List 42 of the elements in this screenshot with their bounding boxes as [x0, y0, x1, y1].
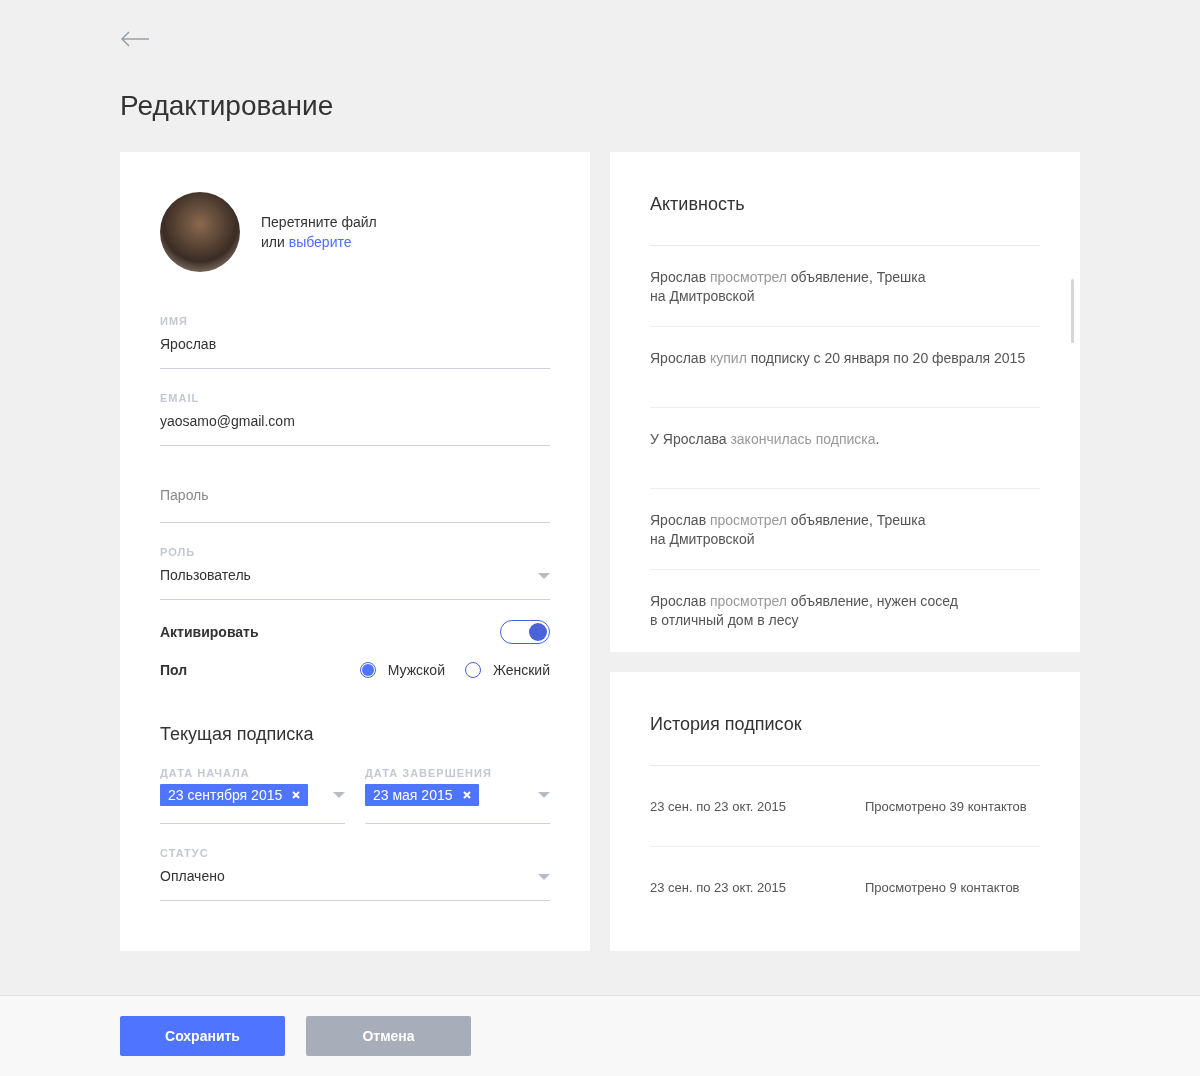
text-field[interactable]: Ярослав [160, 334, 550, 369]
field-label: ИМЯ [160, 314, 189, 328]
choose-file-link[interactable]: выберите [288, 234, 352, 250]
activity-text: У Ярослава закончилась подписка. [650, 430, 881, 449]
field-label: ДАТА НАЧАЛА [160, 766, 251, 780]
field-label: EMAIL [160, 391, 201, 405]
page-title: Редактирование [120, 90, 335, 122]
date-field[interactable]: 23 сентября 2015 [160, 784, 345, 824]
remove-icon[interactable] [292, 791, 301, 799]
caret-icon [333, 792, 345, 798]
select-field[interactable]: Пользователь [160, 565, 550, 600]
date-field[interactable]: 23 мая 2015 [365, 784, 550, 824]
views-text: Просмотрено 9 контактов [865, 879, 1021, 895]
select-field[interactable]: Оплачено [160, 866, 550, 901]
remove-icon[interactable] [462, 791, 471, 799]
date-tag[interactable]: 23 мая 2015 [365, 784, 479, 806]
field-label: ДАТА ЗАВЕРШЕНИЯ [365, 766, 493, 780]
card-title: Активность [650, 152, 1040, 246]
text-field[interactable]: yaosamo@gmail.com [160, 411, 550, 446]
period-text: 23 сен. по 23 окт. 2015 [650, 879, 786, 895]
activity-text: Ярослав просмотрел объявление, нужен сосед в отличный дом в лесу [650, 592, 959, 630]
field-label: СТАТУС [160, 846, 210, 860]
caret-icon [538, 573, 550, 579]
caret-icon [538, 874, 550, 880]
activity-text: Ярослав просмотрел объявление, Трешка на Дмитровской [650, 511, 927, 549]
activate-label: Активировать [160, 624, 259, 640]
field-label: РОЛЬ [160, 545, 197, 559]
upload-hint: Перетяните файл или выберите [261, 213, 377, 252]
save-button[interactable]: Сохранить [120, 1016, 285, 1056]
activity-text: Ярослав просмотрел объявление, Трешка на Дмитровской [650, 268, 927, 306]
views-text: Просмотрено 39 контактов [865, 798, 1028, 814]
caret-icon [538, 792, 550, 798]
card-title: История подписок [650, 672, 1040, 766]
section-title: Текущая подписка [160, 723, 315, 746]
activity-text: Ярослав купил подписку с 20 января по 20 февраля 2015 [650, 349, 1027, 368]
date-tag[interactable]: 23 сентября 2015 [160, 784, 309, 806]
password-field[interactable]: Пароль [160, 482, 550, 523]
period-text: 23 сен. по 23 окт. 2015 [650, 798, 786, 814]
scrollbar[interactable] [1071, 279, 1074, 343]
radio-label[interactable]: Женский [492, 662, 550, 678]
radio-label[interactable]: Мужской [387, 662, 445, 678]
gender-label: Пол [160, 662, 188, 678]
